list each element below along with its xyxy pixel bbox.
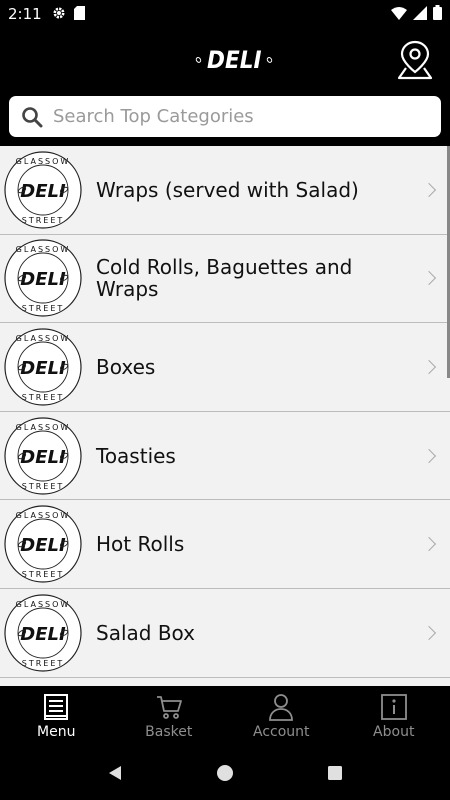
svg-text:GLASSOW: GLASSOW	[16, 423, 71, 432]
status-time: 2:11	[8, 5, 42, 23]
svg-text:STREET: STREET	[22, 393, 65, 402]
category-label: Toasties	[96, 443, 176, 468]
category-item-2[interactable]: GLASSOW STREET DELI Boxes	[0, 323, 450, 412]
svg-text:GLASSOW: GLASSOW	[16, 157, 71, 166]
chevron-right-icon	[421, 625, 437, 640]
svg-text:DELI: DELI	[20, 535, 66, 556]
store-location-button[interactable]	[396, 38, 434, 80]
chevron-right-icon	[421, 359, 437, 375]
tab-account-label: Account	[252, 723, 310, 740]
tab-about[interactable]: About	[338, 686, 450, 746]
logo-text: DELI	[206, 46, 262, 74]
svg-text:GLASSOW: GLASSOW	[16, 334, 71, 343]
category-label: Cold Rolls, Baguettes and Wraps	[96, 255, 353, 302]
chevron-right-icon	[421, 448, 437, 463]
svg-text:DELI: DELI	[20, 181, 66, 202]
tab-menu-label: Menu	[37, 723, 76, 740]
category-label: Salad Box	[96, 620, 195, 645]
deli-badge-icon: GLASSOW STREET DELI	[4, 594, 82, 672]
category-label: Hot Rolls	[96, 532, 185, 557]
status-indicators	[391, 4, 442, 24]
search-input[interactable]	[53, 106, 441, 127]
settings-icon	[52, 5, 66, 24]
sd-card-icon	[73, 5, 85, 24]
leaf-left-icon	[194, 56, 203, 64]
tab-basket-label: Basket	[145, 723, 193, 740]
app-header: DELI	[0, 28, 450, 92]
recents-icon[interactable]	[326, 764, 344, 782]
category-list[interactable]: GLASSOW STREET DELI Wraps (served with S…	[0, 146, 450, 686]
category-item-5[interactable]: GLASSOW STREET DELI Salad Box	[0, 588, 450, 678]
map-pin-icon	[397, 40, 433, 80]
chevron-right-icon	[421, 271, 437, 286]
deli-badge-icon: GLASSOW STREET DELI	[4, 151, 82, 229]
svg-text:DELI: DELI	[20, 269, 66, 290]
signal-icon	[413, 5, 427, 24]
svg-text:GLASSOW: GLASSOW	[16, 245, 71, 254]
svg-text:STREET: STREET	[22, 304, 65, 313]
category-item-3[interactable]: GLASSOW STREET DELI Toasties	[0, 411, 450, 501]
category-label: Wraps (served with Salad)	[96, 177, 359, 202]
svg-text:STREET: STREET	[22, 659, 65, 668]
svg-text:GLASSOW: GLASSOW	[16, 600, 71, 609]
deli-badge-icon: GLASSOW STREET DELI	[4, 505, 82, 583]
home-icon[interactable]	[216, 764, 234, 782]
tab-account[interactable]: Account	[225, 686, 338, 746]
menu-icon	[44, 693, 69, 720]
svg-text:STREET: STREET	[22, 570, 65, 579]
category-label: Boxes	[96, 354, 156, 379]
svg-text:DELI: DELI	[20, 358, 66, 379]
tab-basket[interactable]: Basket	[113, 686, 226, 746]
chevron-right-icon	[421, 537, 437, 552]
tab-about-label: About	[373, 723, 415, 740]
deli-logo: DELI	[193, 42, 275, 78]
deli-badge-icon: GLASSOW STREET DELI	[4, 239, 82, 317]
status-bar: 2:11	[0, 0, 450, 28]
back-icon[interactable]	[106, 764, 124, 782]
tab-menu[interactable]: Menu	[0, 686, 113, 746]
account-icon	[269, 693, 294, 721]
battery-icon	[433, 4, 442, 24]
svg-text:GLASSOW: GLASSOW	[16, 511, 71, 520]
deli-badge-icon: GLASSOW STREET DELI	[4, 416, 82, 495]
svg-text:STREET: STREET	[22, 216, 65, 225]
svg-text:DELI: DELI	[20, 624, 66, 645]
category-item-1[interactable]: GLASSOW STREET DELI Cold Rolls, Baguette…	[0, 234, 450, 324]
svg-text:DELI: DELI	[20, 447, 66, 468]
leaf-right-icon	[265, 56, 274, 64]
info-icon	[380, 693, 407, 720]
wifi-icon	[391, 5, 407, 24]
bottom-tab-bar: Menu Basket Account About	[0, 686, 450, 746]
category-item-4[interactable]: GLASSOW STREET DELI Hot Rolls	[0, 500, 450, 589]
search-bar[interactable]	[9, 96, 441, 137]
svg-text:STREET: STREET	[22, 482, 65, 491]
system-nav-bar	[0, 746, 450, 800]
basket-icon	[156, 695, 182, 719]
category-item-0[interactable]: GLASSOW STREET DELI Wraps (served with S…	[0, 146, 450, 235]
chevron-right-icon	[421, 182, 437, 197]
search-icon	[22, 106, 43, 127]
deli-badge-icon: GLASSOW STREET DELI	[4, 328, 82, 406]
